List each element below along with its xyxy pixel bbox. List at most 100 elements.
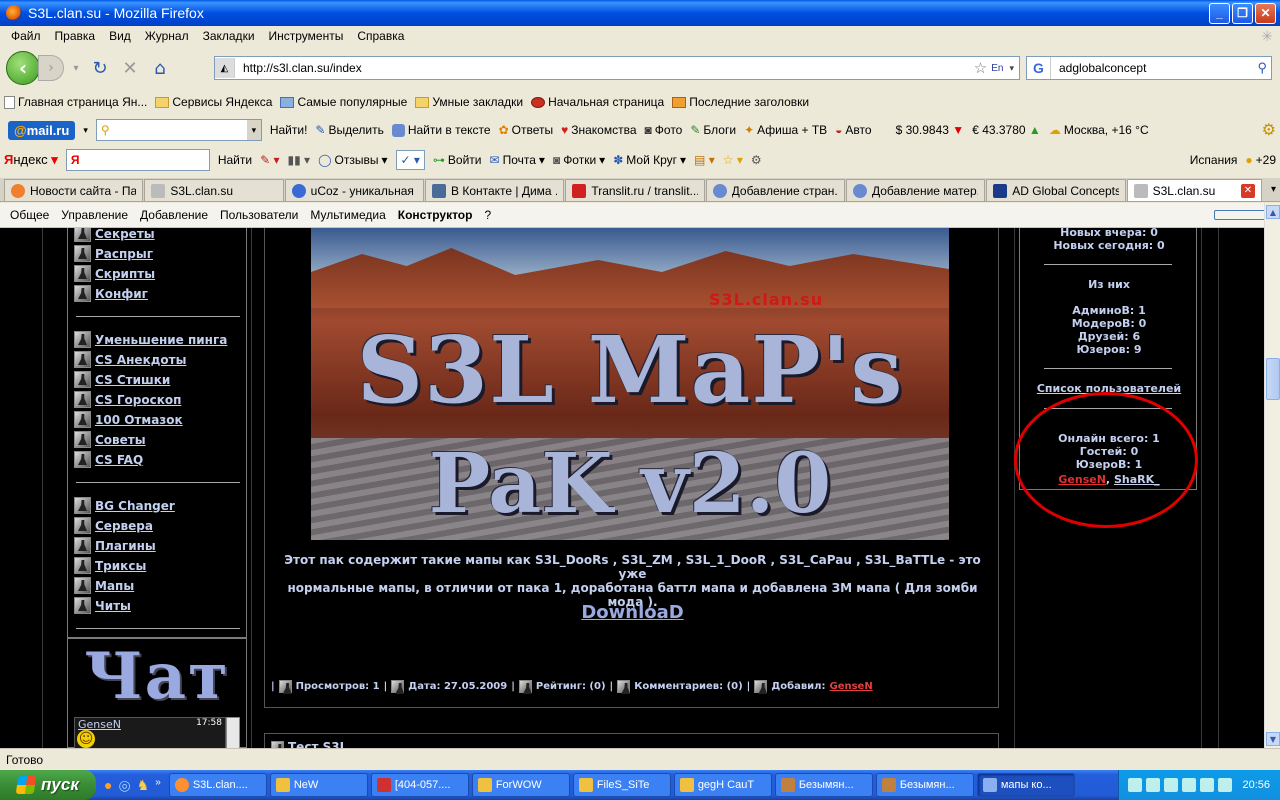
bookmark-item[interactable]: Самые популярные	[280, 95, 407, 109]
mailru-dropdown-icon[interactable]: ▾	[83, 125, 88, 136]
page-scrollbar[interactable]: ▲ ▼	[1264, 203, 1280, 748]
ie-icon[interactable]: ◎	[118, 777, 130, 794]
user-list-link[interactable]: Список пользователей	[1020, 382, 1198, 395]
yandex-logo[interactable]: Яндекс ▾	[4, 152, 58, 168]
url-text[interactable]: http://s3l.clan.su/index	[243, 61, 362, 75]
clock[interactable]: 20:56	[1242, 779, 1270, 791]
ucoz-menu-manage[interactable]: Управление	[55, 208, 134, 222]
bookmark-item[interactable]: Умные закладки	[415, 95, 523, 109]
url-bar[interactable]: ◭ http://s3l.clan.su/index ☆ En ▾	[214, 56, 1020, 80]
find-in-text-button[interactable]: Найти в тексте	[391, 123, 491, 137]
ucoz-menu-users[interactable]: Пользователи	[214, 208, 304, 222]
menu-help[interactable]: Справка	[350, 29, 411, 43]
settings-gear-icon[interactable]: ⚙	[1262, 120, 1276, 140]
post-comments[interactable]: Комментариев: (0)	[634, 681, 742, 692]
menu-bookmarks[interactable]: Закладки	[196, 29, 262, 43]
tab[interactable]: Translit.ru / translit....	[565, 179, 705, 201]
check-icon[interactable]: ✓ ▾	[395, 150, 425, 170]
search-icon[interactable]: ⚲	[1257, 60, 1271, 76]
sidebar-link[interactable]: 100 Отмазок	[74, 411, 183, 428]
tab-list-dropdown-icon[interactable]: ▾	[1267, 184, 1280, 195]
tray-icon[interactable]	[1146, 778, 1161, 792]
bookmark-star-icon[interactable]: ☆	[974, 59, 991, 77]
search-input[interactable]: adglobalconcept	[1059, 61, 1146, 75]
firefox-icon[interactable]: ●	[104, 777, 112, 794]
mailru-logo[interactable]: @mail.ru	[8, 120, 76, 140]
taskbar-item[interactable]: FileS_SiTe	[572, 773, 671, 797]
stop-icon[interactable]: ✕	[118, 56, 142, 80]
post-author-link[interactable]: GenseN	[830, 681, 873, 692]
taskbar-item[interactable]: Безымян...	[875, 773, 974, 797]
sidebar-link[interactable]: Плагины	[74, 537, 156, 554]
tab[interactable]: S3L.clan.su	[144, 179, 284, 201]
sidebar-link[interactable]: Читы	[74, 597, 131, 614]
blogs-button[interactable]: ✎ Блоги	[690, 123, 736, 137]
sidebar-link[interactable]: CS Гороскоп	[74, 391, 181, 408]
taskbar-item[interactable]: NeW	[269, 773, 368, 797]
tab-close-icon[interactable]: ✕	[1240, 183, 1255, 198]
tab[interactable]: Добавление матер...	[845, 179, 986, 201]
ucoz-menu-constructor[interactable]: Конструктор	[392, 208, 479, 222]
tab[interactable]: Добавление стран...	[705, 179, 845, 201]
bar-icon[interactable]: ▤ ▾	[694, 153, 715, 167]
menu-history[interactable]: Журнал	[138, 29, 196, 43]
sidebar-link[interactable]: Секреты	[74, 228, 155, 242]
tab[interactable]: uCoz - уникальная ...	[284, 179, 424, 201]
tab-active[interactable]: S3L.clan.su ✕	[1126, 179, 1262, 201]
sidebar-link[interactable]: BG Changer	[74, 497, 175, 514]
sidebar-link[interactable]: Уменьшение пинга	[74, 331, 227, 348]
url-dropdown-icon[interactable]: ▾	[1009, 63, 1019, 74]
ucoz-menu-add[interactable]: Добавление	[134, 208, 214, 222]
mailru-find-button[interactable]: Найти!	[270, 123, 308, 137]
reload-icon[interactable]: ↻	[88, 56, 112, 80]
yandex-mail-button[interactable]: ✉ Почта ▾	[490, 153, 545, 167]
bookmark-item[interactable]: Главная страница Ян...	[4, 95, 147, 109]
yandex-login-button[interactable]: ⊶ Войти	[433, 153, 482, 167]
home-icon[interactable]: ⌂	[148, 56, 172, 80]
forward-button[interactable]: ›	[38, 55, 64, 81]
menu-tools[interactable]: Инструменты	[262, 29, 351, 43]
auto-button[interactable]: ◒ Авто	[835, 123, 871, 137]
history-dropdown-icon[interactable]: ▾	[70, 56, 82, 80]
sidebar-link[interactable]: Конфиг	[74, 285, 148, 302]
star-icon[interactable]: ☆ ▾	[723, 153, 743, 167]
maximize-button[interactable]: ❐	[1232, 2, 1253, 24]
download-link[interactable]: DownloaD	[265, 602, 1000, 623]
app-icon[interactable]: ♞	[137, 777, 150, 794]
taskbar-item-active[interactable]: мапы ко...	[976, 773, 1075, 797]
scroll-thumb[interactable]	[1266, 358, 1280, 400]
panel-slider[interactable]	[1214, 210, 1268, 220]
dating-button[interactable]: ♥ Знакомства	[561, 123, 636, 137]
scroll-down-icon[interactable]: ▼	[1266, 732, 1280, 746]
taskbar-item[interactable]: gegH CauT	[673, 773, 772, 797]
sidebar-link[interactable]: Советы	[74, 431, 146, 448]
mailru-search-input[interactable]: ⚲ ▾	[95, 119, 262, 141]
highlight-button[interactable]: ✎ Выделить	[315, 123, 383, 137]
tray-icon[interactable]	[1182, 778, 1197, 792]
sidebar-link[interactable]: Скрипты	[74, 265, 155, 282]
ucoz-menu-help[interactable]: ?	[478, 208, 497, 222]
taskbar-item[interactable]: S3L.clan....	[168, 773, 267, 797]
marker-icon[interactable]: ✎ ▾	[260, 153, 279, 167]
tray-icon[interactable]	[1218, 778, 1233, 792]
close-button[interactable]: ✕	[1255, 2, 1276, 24]
sidebar-link[interactable]: CS Анекдоты	[74, 351, 186, 368]
signal-icon[interactable]: ▮▮ ▾	[287, 153, 310, 167]
taskbar-item[interactable]: Безымян...	[774, 773, 873, 797]
my-circle-button[interactable]: ✽ Мой Круг ▾	[613, 153, 686, 167]
tab[interactable]: AD Global Concepts ...	[986, 179, 1126, 201]
sidebar-link[interactable]: Триксы	[74, 557, 146, 574]
bookmark-item[interactable]: Сервисы Яндекса	[155, 95, 272, 109]
online-user-link[interactable]: GenseN	[1058, 473, 1106, 486]
tab[interactable]: Новости сайта - Па...	[4, 179, 144, 201]
sidebar-link[interactable]: Мапы	[74, 577, 134, 594]
ucoz-menu-multimedia[interactable]: Мультимедиа	[304, 208, 391, 222]
afisha-button[interactable]: ✦ Афиша + ТВ	[744, 123, 827, 137]
yandex-settings-icon[interactable]: ⚙	[751, 153, 762, 167]
bookmark-item[interactable]: Начальная страница	[531, 95, 664, 109]
window-titlebar[interactable]: S3L.clan.su - Mozilla Firefox _ ❐ ✕	[0, 0, 1280, 26]
chat-scrollbar[interactable]	[226, 717, 240, 748]
minimize-button[interactable]: _	[1209, 2, 1230, 24]
yandex-search-input[interactable]: Я	[65, 149, 210, 171]
tray-icon[interactable]	[1200, 778, 1215, 792]
